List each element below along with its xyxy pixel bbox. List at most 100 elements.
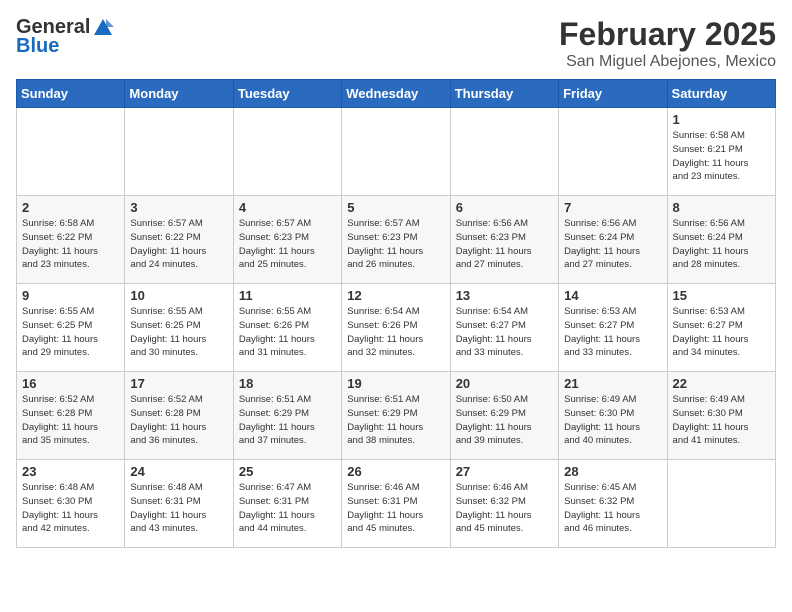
day-info: Sunrise: 6:55 AM Sunset: 6:26 PM Dayligh… <box>239 305 336 360</box>
calendar-day: 1 Sunrise: 6:58 AM Sunset: 6:21 PM Daylig… <box>667 108 775 196</box>
calendar-day: 5 Sunrise: 6:57 AM Sunset: 6:23 PM Daylig… <box>342 196 450 284</box>
day-number: 23 <box>22 464 119 479</box>
logo: General Blue <box>16 16 114 58</box>
weekday-header: Wednesday <box>342 80 450 108</box>
day-info: Sunrise: 6:57 AM Sunset: 6:23 PM Dayligh… <box>347 217 444 272</box>
day-info: Sunrise: 6:51 AM Sunset: 6:29 PM Dayligh… <box>347 393 444 448</box>
calendar-day: 13 Sunrise: 6:54 AM Sunset: 6:27 PM Dayli… <box>450 284 558 372</box>
day-number: 4 <box>239 200 336 215</box>
calendar-empty <box>233 108 341 196</box>
day-number: 21 <box>564 376 661 391</box>
logo-icon <box>92 17 114 39</box>
calendar-day: 26 Sunrise: 6:46 AM Sunset: 6:31 PM Dayli… <box>342 460 450 548</box>
calendar-day: 18 Sunrise: 6:51 AM Sunset: 6:29 PM Dayli… <box>233 372 341 460</box>
calendar-empty <box>342 108 450 196</box>
day-number: 14 <box>564 288 661 303</box>
title-area: February 2025 San Miguel Abejones, Mexic… <box>559 16 776 71</box>
day-info: Sunrise: 6:53 AM Sunset: 6:27 PM Dayligh… <box>673 305 770 360</box>
day-number: 2 <box>22 200 119 215</box>
day-info: Sunrise: 6:55 AM Sunset: 6:25 PM Dayligh… <box>22 305 119 360</box>
day-number: 28 <box>564 464 661 479</box>
calendar-day: 12 Sunrise: 6:54 AM Sunset: 6:26 PM Dayli… <box>342 284 450 372</box>
day-info: Sunrise: 6:56 AM Sunset: 6:24 PM Dayligh… <box>673 217 770 272</box>
day-number: 12 <box>347 288 444 303</box>
day-info: Sunrise: 6:57 AM Sunset: 6:23 PM Dayligh… <box>239 217 336 272</box>
calendar-empty <box>125 108 233 196</box>
day-number: 26 <box>347 464 444 479</box>
day-info: Sunrise: 6:54 AM Sunset: 6:27 PM Dayligh… <box>456 305 553 360</box>
calendar-empty <box>17 108 125 196</box>
day-number: 18 <box>239 376 336 391</box>
weekday-header: Sunday <box>17 80 125 108</box>
day-info: Sunrise: 6:52 AM Sunset: 6:28 PM Dayligh… <box>22 393 119 448</box>
calendar-day: 3Sunrise: 6:57 AM Sunset: 6:22 PM Daylig… <box>125 196 233 284</box>
calendar-day: 4 Sunrise: 6:57 AM Sunset: 6:23 PM Daylig… <box>233 196 341 284</box>
day-info: Sunrise: 6:58 AM Sunset: 6:21 PM Dayligh… <box>673 129 770 184</box>
day-info: Sunrise: 6:46 AM Sunset: 6:32 PM Dayligh… <box>456 481 553 536</box>
calendar-empty <box>559 108 667 196</box>
day-number: 17 <box>130 376 227 391</box>
day-info: Sunrise: 6:51 AM Sunset: 6:29 PM Dayligh… <box>239 393 336 448</box>
calendar-day: 20 Sunrise: 6:50 AM Sunset: 6:29 PM Dayli… <box>450 372 558 460</box>
day-number: 22 <box>673 376 770 391</box>
weekday-header: Monday <box>125 80 233 108</box>
calendar-day: 27 Sunrise: 6:46 AM Sunset: 6:32 PM Dayli… <box>450 460 558 548</box>
day-number: 20 <box>456 376 553 391</box>
calendar-day: 16 Sunrise: 6:52 AM Sunset: 6:28 PM Dayli… <box>17 372 125 460</box>
calendar-day: 24 Sunrise: 6:48 AM Sunset: 6:31 PM Dayli… <box>125 460 233 548</box>
calendar-week-row: 23 Sunrise: 6:48 AM Sunset: 6:30 PM Dayli… <box>17 460 776 548</box>
day-info: Sunrise: 6:57 AM Sunset: 6:22 PM Dayligh… <box>130 217 227 272</box>
calendar-day: 28 Sunrise: 6:45 AM Sunset: 6:32 PM Dayli… <box>559 460 667 548</box>
day-number: 5 <box>347 200 444 215</box>
calendar-week-row: 2 Sunrise: 6:58 AM Sunset: 6:22 PM Daylig… <box>17 196 776 284</box>
day-number: 9 <box>22 288 119 303</box>
day-number: 15 <box>673 288 770 303</box>
day-info: Sunrise: 6:46 AM Sunset: 6:31 PM Dayligh… <box>347 481 444 536</box>
calendar-week-row: 9 Sunrise: 6:55 AM Sunset: 6:25 PM Daylig… <box>17 284 776 372</box>
calendar-day: 9 Sunrise: 6:55 AM Sunset: 6:25 PM Daylig… <box>17 284 125 372</box>
calendar-day: 6 Sunrise: 6:56 AM Sunset: 6:23 PM Daylig… <box>450 196 558 284</box>
calendar-day: 7 Sunrise: 6:56 AM Sunset: 6:24 PM Daylig… <box>559 196 667 284</box>
day-number: 27 <box>456 464 553 479</box>
day-info: Sunrise: 6:47 AM Sunset: 6:31 PM Dayligh… <box>239 481 336 536</box>
day-number: 16 <box>22 376 119 391</box>
month-title: February 2025 <box>559 16 776 53</box>
day-info: Sunrise: 6:54 AM Sunset: 6:26 PM Dayligh… <box>347 305 444 360</box>
day-number: 11 <box>239 288 336 303</box>
day-info: Sunrise: 6:48 AM Sunset: 6:31 PM Dayligh… <box>130 481 227 536</box>
calendar-empty <box>667 460 775 548</box>
day-number: 13 <box>456 288 553 303</box>
calendar-week-row: 16 Sunrise: 6:52 AM Sunset: 6:28 PM Dayli… <box>17 372 776 460</box>
day-info: Sunrise: 6:58 AM Sunset: 6:22 PM Dayligh… <box>22 217 119 272</box>
weekday-header: Friday <box>559 80 667 108</box>
calendar-day: 19Sunrise: 6:51 AM Sunset: 6:29 PM Dayli… <box>342 372 450 460</box>
day-info: Sunrise: 6:56 AM Sunset: 6:24 PM Dayligh… <box>564 217 661 272</box>
logo-blue-text: Blue <box>16 35 59 58</box>
calendar-day: 23 Sunrise: 6:48 AM Sunset: 6:30 PM Dayli… <box>17 460 125 548</box>
day-info: Sunrise: 6:45 AM Sunset: 6:32 PM Dayligh… <box>564 481 661 536</box>
day-number: 10 <box>130 288 227 303</box>
day-info: Sunrise: 6:49 AM Sunset: 6:30 PM Dayligh… <box>673 393 770 448</box>
calendar-day: 10Sunrise: 6:55 AM Sunset: 6:25 PM Dayli… <box>125 284 233 372</box>
calendar-day: 17 Sunrise: 6:52 AM Sunset: 6:28 PM Dayli… <box>125 372 233 460</box>
day-number: 25 <box>239 464 336 479</box>
calendar-day: 11 Sunrise: 6:55 AM Sunset: 6:26 PM Dayli… <box>233 284 341 372</box>
calendar: SundayMondayTuesdayWednesdayThursdayFrid… <box>16 79 776 548</box>
day-number: 24 <box>130 464 227 479</box>
calendar-empty <box>450 108 558 196</box>
day-info: Sunrise: 6:50 AM Sunset: 6:29 PM Dayligh… <box>456 393 553 448</box>
calendar-day: 14Sunrise: 6:53 AM Sunset: 6:27 PM Dayli… <box>559 284 667 372</box>
day-info: Sunrise: 6:56 AM Sunset: 6:23 PM Dayligh… <box>456 217 553 272</box>
day-number: 8 <box>673 200 770 215</box>
calendar-day: 8 Sunrise: 6:56 AM Sunset: 6:24 PM Daylig… <box>667 196 775 284</box>
calendar-day: 15 Sunrise: 6:53 AM Sunset: 6:27 PM Dayli… <box>667 284 775 372</box>
day-number: 7 <box>564 200 661 215</box>
weekday-header: Saturday <box>667 80 775 108</box>
day-number: 1 <box>673 112 770 127</box>
day-info: Sunrise: 6:48 AM Sunset: 6:30 PM Dayligh… <box>22 481 119 536</box>
calendar-day: 2 Sunrise: 6:58 AM Sunset: 6:22 PM Daylig… <box>17 196 125 284</box>
day-info: Sunrise: 6:52 AM Sunset: 6:28 PM Dayligh… <box>130 393 227 448</box>
day-number: 6 <box>456 200 553 215</box>
calendar-day: 21Sunrise: 6:49 AM Sunset: 6:30 PM Dayli… <box>559 372 667 460</box>
calendar-header-row: SundayMondayTuesdayWednesdayThursdayFrid… <box>17 80 776 108</box>
